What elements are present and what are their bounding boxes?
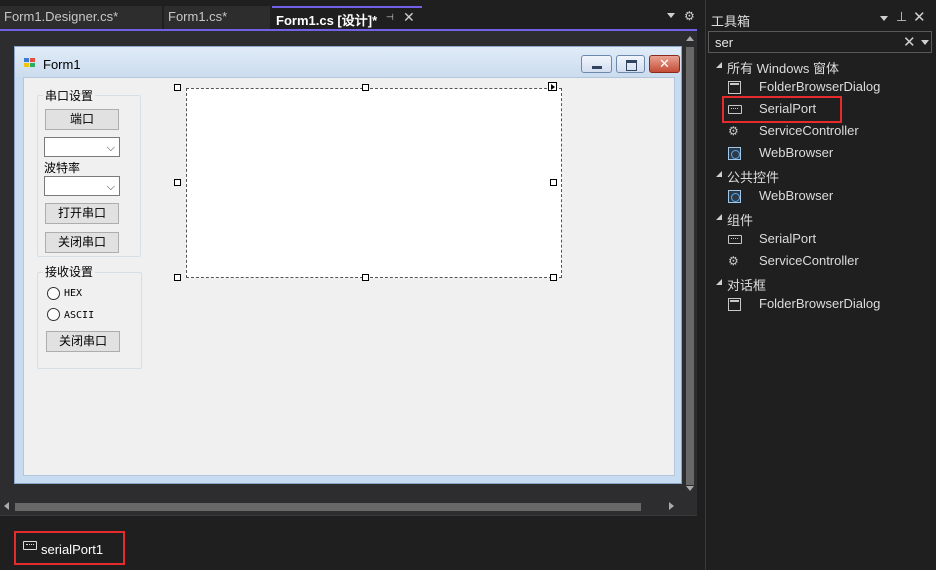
toolbox-title: 工具箱 bbox=[711, 14, 751, 29]
toolbox-item-label: ServiceController bbox=[759, 253, 859, 268]
toolbox-panel: 工具箱 ⊥ ✕ ser ✕ 所有 Windows 窗体 FolderBrowse… bbox=[706, 0, 936, 570]
form-title-bar: Form1 ✕ bbox=[15, 47, 681, 77]
smart-tag-icon[interactable] bbox=[548, 82, 557, 91]
component-tray: serialPort1 bbox=[0, 515, 697, 570]
gear-icon: ⚙ bbox=[728, 124, 739, 138]
receive-settings-label: 接收设置 bbox=[43, 263, 96, 280]
resize-handle[interactable] bbox=[174, 84, 181, 91]
resize-handle[interactable] bbox=[362, 84, 369, 91]
category-label: 组件 bbox=[727, 213, 754, 228]
hex-radio[interactable] bbox=[47, 287, 60, 300]
web-browser-icon bbox=[728, 190, 741, 203]
toolbox-search-input[interactable]: ser ✕ bbox=[708, 31, 932, 53]
serial-port-icon bbox=[728, 233, 742, 246]
pin-tab-icon[interactable]: ⊣ bbox=[386, 12, 394, 23]
toolbox-item-label: FolderBrowserDialog bbox=[759, 79, 881, 94]
tab-label: Form1.cs [设计]* bbox=[276, 13, 378, 28]
window-position-dropdown-icon[interactable] bbox=[880, 16, 888, 21]
scroll-thumb[interactable] bbox=[686, 47, 694, 485]
dialog-icon bbox=[728, 81, 741, 94]
gear-icon: ⚙ bbox=[728, 254, 739, 268]
designer-vertical-scrollbar[interactable] bbox=[683, 31, 697, 498]
serialport-highlight-box bbox=[722, 96, 842, 123]
port-combobox[interactable]: ⌵ bbox=[44, 137, 120, 157]
expanded-triangle-icon bbox=[716, 62, 722, 68]
baud-rate-label: 波特率 bbox=[44, 161, 81, 175]
minimize-button[interactable] bbox=[581, 55, 612, 73]
chevron-down-icon: ⌵ bbox=[106, 180, 115, 193]
resize-handle[interactable] bbox=[174, 179, 181, 186]
scroll-up-icon[interactable] bbox=[686, 36, 694, 41]
toolbox-item-label: WebBrowser bbox=[759, 145, 834, 160]
tray-component-serialport1[interactable]: serialPort1 bbox=[14, 531, 125, 565]
scroll-down-icon[interactable] bbox=[686, 486, 694, 491]
form-client-area: 串口设置 端口 ⌵ 波特率 ⌵ 打开串口 关闭串口 接收设置 HEX ASCII… bbox=[23, 77, 675, 476]
toolbox-item-label: FolderBrowserDialog bbox=[759, 296, 881, 311]
ascii-radio[interactable] bbox=[47, 308, 60, 321]
scroll-right-icon[interactable] bbox=[669, 502, 674, 510]
expanded-triangle-icon bbox=[716, 214, 722, 220]
pane-splitter[interactable] bbox=[697, 0, 706, 570]
category-label: 所有 Windows 窗体 bbox=[727, 61, 839, 76]
serial-port-icon bbox=[23, 541, 37, 550]
gear-icon[interactable]: ⚙ bbox=[684, 9, 695, 23]
web-browser-icon bbox=[728, 147, 741, 160]
pin-icon[interactable]: ⊥ bbox=[896, 9, 907, 25]
search-input-value: ser bbox=[715, 35, 734, 50]
close-tab-icon[interactable]: ✕ bbox=[403, 9, 415, 26]
category-label: 对话框 bbox=[727, 278, 767, 293]
toolbox-item-label: SerialPort bbox=[759, 231, 817, 246]
selected-textbox[interactable] bbox=[186, 88, 562, 278]
close-port-button-2[interactable]: 关闭串口 bbox=[46, 331, 120, 352]
form-window[interactable]: Form1 ✕ 串口设置 端口 ⌵ 波特率 ⌵ 打开串口 关闭串口 接收设置 H… bbox=[14, 46, 682, 484]
document-tab-bar: Form1.Designer.cs* Form1.cs* Form1.cs [设… bbox=[0, 0, 702, 31]
serial-settings-label: 串口设置 bbox=[43, 87, 96, 104]
open-port-button[interactable]: 打开串口 bbox=[45, 203, 119, 224]
search-options-dropdown-icon[interactable] bbox=[921, 40, 929, 45]
toolbox-item-label: ServiceController bbox=[759, 123, 859, 138]
clear-search-icon[interactable]: ✕ bbox=[903, 33, 916, 51]
chevron-down-icon: ⌵ bbox=[106, 141, 115, 154]
dialog-icon bbox=[728, 298, 741, 311]
close-button[interactable]: ✕ bbox=[649, 55, 680, 73]
resize-handle[interactable] bbox=[174, 274, 181, 281]
hex-radio-label: HEX bbox=[64, 288, 83, 299]
close-port-button[interactable]: 关闭串口 bbox=[45, 232, 119, 253]
baud-rate-combobox[interactable]: ⌵ bbox=[44, 176, 120, 196]
designer-horizontal-scrollbar[interactable] bbox=[0, 498, 697, 515]
toolbox-item-label: WebBrowser bbox=[759, 188, 834, 203]
form-title: Form1 bbox=[43, 57, 81, 72]
resize-handle[interactable] bbox=[550, 274, 557, 281]
expanded-triangle-icon bbox=[716, 171, 722, 177]
scroll-thumb[interactable] bbox=[15, 503, 641, 511]
scroll-left-icon[interactable] bbox=[4, 502, 9, 510]
resize-handle[interactable] bbox=[550, 179, 557, 186]
ascii-radio-label: ASCII bbox=[64, 310, 95, 321]
form-icon bbox=[24, 58, 36, 68]
resize-handle[interactable] bbox=[362, 274, 369, 281]
tab-label: Form1.Designer.cs* bbox=[4, 9, 119, 24]
tab-form1-design[interactable]: Form1.cs [设计]* ⊣ ✕ bbox=[272, 6, 422, 29]
expanded-triangle-icon bbox=[716, 279, 722, 285]
tab-form1-designer-cs[interactable]: Form1.Designer.cs* bbox=[0, 6, 162, 29]
tray-component-label: serialPort1 bbox=[41, 542, 104, 557]
tab-list-dropdown-icon[interactable] bbox=[667, 13, 675, 18]
close-icon[interactable]: ✕ bbox=[913, 8, 926, 26]
maximize-button[interactable] bbox=[616, 55, 645, 73]
port-button[interactable]: 端口 bbox=[45, 109, 119, 130]
category-label: 公共控件 bbox=[727, 170, 780, 185]
tab-label: Form1.cs* bbox=[168, 9, 228, 24]
tab-form1-cs[interactable]: Form1.cs* bbox=[164, 6, 270, 29]
